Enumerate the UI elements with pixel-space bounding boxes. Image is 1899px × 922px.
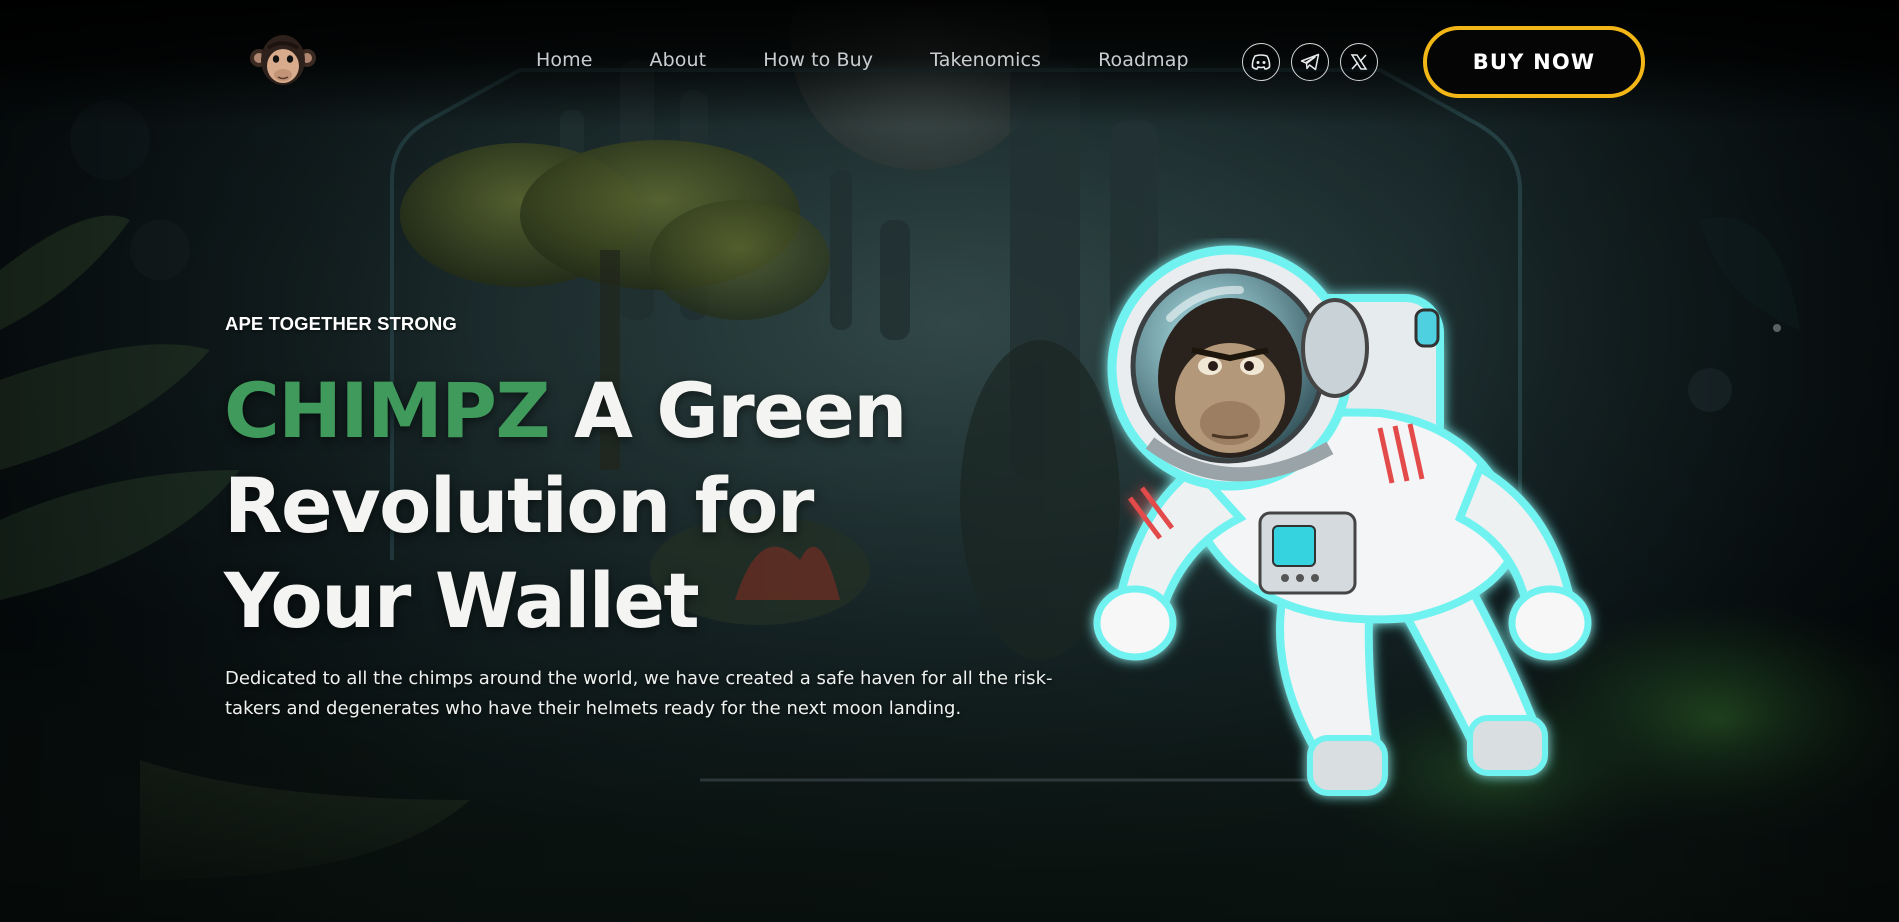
astronaut-chimp-illustration (1080, 238, 1610, 813)
hero-eyebrow: APE TOGETHER STRONG (225, 313, 457, 334)
hero-headline: CHIMPZ A Green Revolution for Your Walle… (224, 363, 1004, 648)
telegram-icon[interactable] (1291, 43, 1329, 81)
main-nav: Home About How to Buy Takenomics Roadmap (536, 49, 1189, 71)
nav-takenomics[interactable]: Takenomics (930, 49, 1041, 71)
buy-now-button[interactable]: BUY NOW (1423, 26, 1645, 98)
nav-how-to-buy[interactable]: How to Buy (763, 49, 873, 71)
site-header: Home About How to Buy Takenomics Roadmap (0, 0, 1899, 126)
x-icon[interactable] (1340, 43, 1378, 81)
nav-about[interactable]: About (650, 49, 707, 71)
hero-description: Dedicated to all the chimps around the w… (225, 668, 1053, 719)
chimp-logo-icon[interactable] (248, 32, 318, 90)
nav-roadmap[interactable]: Roadmap (1098, 49, 1189, 71)
nav-home[interactable]: Home (536, 49, 593, 71)
discord-icon[interactable] (1242, 43, 1280, 81)
headline-accent: CHIMPZ (224, 366, 551, 455)
social-links (1242, 43, 1378, 81)
